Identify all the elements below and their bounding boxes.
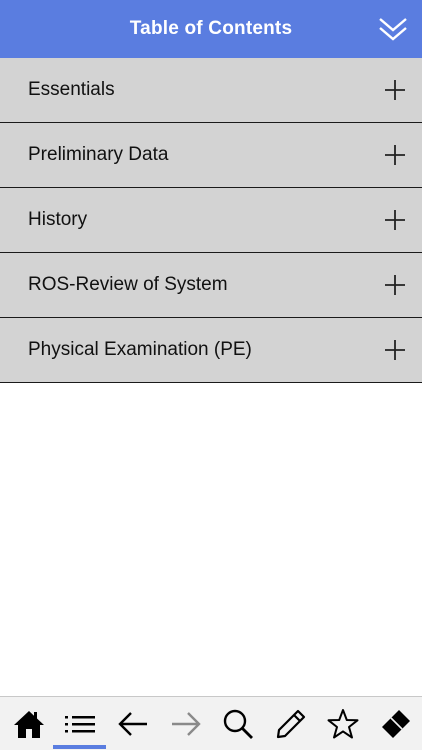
double-chevron-down-icon [379,18,407,41]
plus-icon[interactable] [384,209,406,231]
eraser-button[interactable] [373,697,419,750]
annotate-button[interactable] [268,697,314,750]
bottom-toolbar [0,696,422,750]
toc-item-label: Preliminary Data [28,144,169,165]
collapse-all-button[interactable] [378,15,408,43]
plus-icon[interactable] [384,144,406,166]
toc-list: Essentials Preliminary Data History ROS-… [0,58,422,383]
toc-item-label: Physical Examination (PE) [28,339,252,360]
table-of-contents-button[interactable] [57,697,103,750]
eraser-icon [382,709,410,738]
pencil-icon [276,709,306,738]
forward-arrow-icon [172,711,201,736]
toc-item-history[interactable]: History [0,188,422,253]
toc-item-preliminary-data[interactable]: Preliminary Data [0,123,422,188]
plus-icon[interactable] [384,339,406,361]
toc-item-label: ROS-Review of System [28,274,228,295]
back-arrow-icon [118,711,147,736]
home-icon [14,710,44,738]
search-button[interactable] [215,697,261,750]
toc-item-label: History [28,209,88,230]
forward-button[interactable] [163,697,209,750]
star-icon [327,708,359,738]
search-icon [223,709,253,739]
page-title: Table of Contents [129,18,293,39]
favorite-button[interactable] [320,697,366,750]
home-button[interactable] [6,697,52,750]
toc-item-label: Essentials [28,79,115,100]
toc-item-review-of-system[interactable]: ROS-Review of System [0,253,422,318]
back-button[interactable] [110,697,156,750]
plus-icon[interactable] [384,79,406,101]
toc-item-physical-examination[interactable]: Physical Examination (PE) [0,318,422,383]
toc-item-essentials[interactable]: Essentials [0,58,422,123]
active-tab-indicator [53,745,106,749]
list-icon [65,715,95,732]
header-bar: Table of Contents [0,0,422,58]
plus-icon[interactable] [384,274,406,296]
